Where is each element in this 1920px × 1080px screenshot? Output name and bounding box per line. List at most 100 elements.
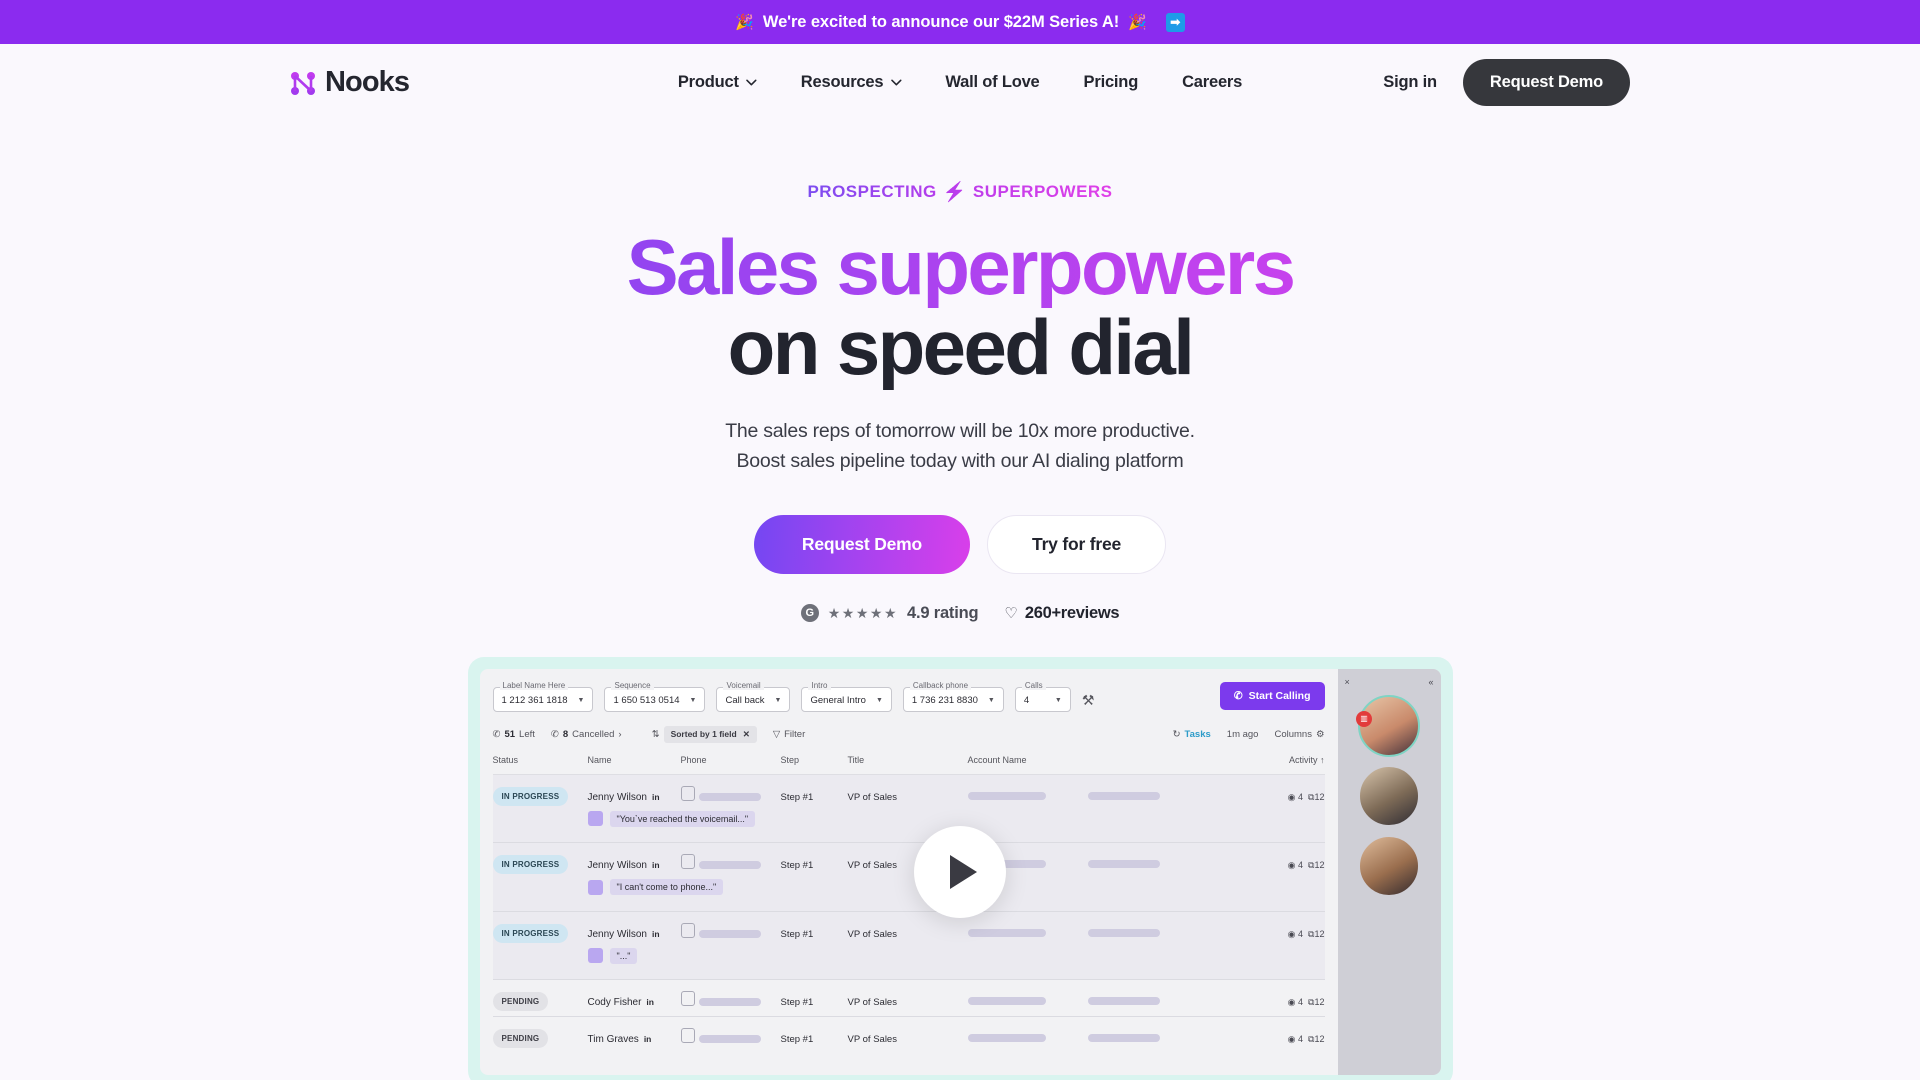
nav-item-pricing[interactable]: Pricing (1084, 73, 1139, 92)
request-demo-button[interactable]: Request Demo (753, 514, 971, 574)
table-row-quote: "I can't come to phone..." (492, 879, 1325, 912)
phone-icon[interactable] (680, 922, 695, 938)
linkedin-icon[interactable]: in (652, 929, 660, 939)
nav-item-product[interactable]: Product (678, 73, 757, 92)
close-icon[interactable]: ✕ (743, 729, 750, 740)
filter-calls[interactable]: Calls 4 ▼ (1014, 680, 1071, 712)
hero-subtitle: The sales reps of tomorrow will be 10x m… (0, 417, 1920, 477)
announcement-text: We're excited to announce our $22M Serie… (762, 12, 1120, 31)
table-row[interactable]: IN PROGRESS Jenny Wilson in Step #1 VP of… (492, 911, 1325, 948)
column-activity[interactable]: Activity ↑ (1192, 754, 1325, 775)
play-video-button[interactable] (914, 825, 1006, 918)
contact-name: Tim Graves (587, 1034, 639, 1046)
status-badge: IN PROGRESS (492, 786, 569, 806)
participants-sidebar: × « ▥ (1337, 668, 1441, 1075)
avatar[interactable]: ▥ (1356, 694, 1420, 757)
try-for-free-button[interactable]: Try for free (987, 514, 1167, 574)
title-value: VP of Sales (847, 997, 897, 1009)
filter-sequence[interactable]: Sequence 1 650 513 0514 ▼ (604, 680, 706, 712)
field-value: 1 212 361 1818 (501, 694, 568, 706)
nav-label: Pricing (1083, 73, 1139, 91)
settings-icon: ⚙ (1315, 728, 1325, 740)
voicemail-quote: "I can't come to phone..." (587, 879, 724, 896)
g2-icon: G (800, 604, 819, 623)
column-step[interactable]: Step (780, 754, 848, 775)
cancelled-stat[interactable]: ✆ 8 Cancelled › (551, 729, 622, 740)
sort-chip[interactable]: Sorted by 1 field ✕ (663, 725, 757, 743)
nooks-logo-icon (291, 71, 315, 95)
main-navigation: Product Resources Wall of Love Pricing C… (678, 73, 1242, 92)
nav-item-careers[interactable]: Careers (1182, 73, 1242, 92)
status-badge: PENDING (492, 1029, 549, 1049)
step-value: Step #1 (780, 860, 814, 872)
table-row[interactable]: IN PROGRESS Jenny Wilson in Step #1 VP of… (492, 774, 1325, 811)
collapse-icon[interactable]: « (1428, 677, 1433, 687)
filter-intro[interactable]: Intro General Intro ▼ (801, 680, 892, 712)
logo[interactable]: Nooks (290, 66, 410, 99)
columns-control[interactable]: Columns ⚙ (1274, 729, 1324, 740)
avatar[interactable] (1358, 764, 1420, 827)
table-header-row: Status Name Phone Step Title Account Nam… (492, 754, 1325, 775)
voicemail-quote: "You`ve reached the voicemail..." (587, 810, 756, 827)
column-extra[interactable] (1087, 754, 1193, 775)
reviews-group[interactable]: ♡ 260+reviews (1004, 604, 1119, 623)
chevron-right-icon: › (618, 728, 622, 740)
sign-in-link[interactable]: Sign in (1383, 73, 1437, 92)
linkedin-icon[interactable]: in (646, 997, 654, 1007)
title-value: VP of Sales (847, 928, 897, 940)
column-name[interactable]: Name (587, 754, 681, 775)
extra-redacted (1087, 997, 1160, 1006)
filter-bar: Label Name Here 1 212 361 1818 ▼ Sequenc… (492, 680, 1325, 712)
sort-chip-label: Sorted by 1 field (670, 729, 737, 740)
phone-icon[interactable] (680, 785, 695, 801)
arrow-right-icon[interactable]: ➡ (1165, 12, 1185, 32)
subtitle-line-1: The sales reps of tomorrow will be 10x m… (725, 420, 1195, 443)
phone-icon[interactable] (680, 1028, 695, 1044)
chevron-down-icon (890, 79, 902, 86)
sort-icon: ⇅ (651, 728, 660, 740)
title-value: VP of Sales (847, 1034, 897, 1046)
linkedin-icon[interactable]: in (652, 860, 660, 870)
table-row[interactable]: IN PROGRESS Jenny Wilson in Step #1 VP of… (492, 842, 1325, 880)
announcement-banner[interactable]: 🎉 We're excited to announce our $22M Ser… (0, 0, 1920, 44)
title-value: VP of Sales (847, 791, 897, 803)
cancelled-label: Cancelled (572, 728, 615, 740)
chevron-down-icon: ▼ (689, 696, 697, 704)
chevron-down-icon: ▼ (1054, 696, 1062, 704)
tasks-control[interactable]: ↻ Tasks (1173, 729, 1211, 740)
phone-redacted (698, 929, 761, 938)
nav-item-wall-of-love[interactable]: Wall of Love (945, 73, 1039, 92)
request-demo-header-button[interactable]: Request Demo (1462, 59, 1630, 106)
column-account-name[interactable]: Account Name (967, 754, 1088, 775)
phone-icon[interactable] (680, 854, 695, 870)
sort-control[interactable]: ⇅ Sorted by 1 field ✕ (651, 725, 757, 743)
settings-sliders-icon[interactable]: ⚒ (1082, 692, 1095, 709)
filter-control[interactable]: ▽ Filter (773, 729, 805, 740)
hero-section: PROSPECTING ⚡ SUPERPOWERS Sales superpow… (0, 121, 1920, 623)
linkedin-icon[interactable]: in (652, 792, 660, 802)
column-status[interactable]: Status (492, 754, 588, 775)
title-value: VP of Sales (847, 860, 897, 872)
table-row[interactable]: PENDING Tim Graves in Step #1 VP of Sales… (492, 1016, 1325, 1054)
phone-icon[interactable] (680, 991, 695, 1007)
chevron-down-icon: ▼ (774, 696, 782, 704)
start-calling-button[interactable]: ✆ Start Calling (1219, 681, 1325, 710)
close-icon[interactable]: × (1345, 677, 1350, 687)
nav-item-resources[interactable]: Resources (801, 73, 902, 92)
table-row[interactable]: PENDING Cody Fisher in Step #1 VP of Sale… (492, 979, 1325, 1017)
phone-icon: ✆ (550, 728, 559, 740)
logo-text: Nooks (325, 66, 410, 98)
filter-callback-phone[interactable]: Callback phone 1 736 231 8830 ▼ (902, 680, 1004, 712)
filter-label: Filter (784, 728, 806, 740)
table-row-quote: "You`ve reached the voicemail..." (492, 810, 1325, 843)
avatar[interactable] (1358, 834, 1420, 897)
filter-label-name[interactable]: Label Name Here 1 212 361 1818 ▼ (492, 680, 594, 712)
last-updated: 1m ago (1227, 729, 1259, 740)
eyebrow-text-left: PROSPECTING (807, 182, 937, 201)
linkedin-icon[interactable]: in (644, 1034, 652, 1044)
filter-voicemail[interactable]: Voicemail Call back ▼ (716, 680, 791, 712)
status-badge: IN PROGRESS (492, 855, 569, 875)
column-title[interactable]: Title (847, 754, 968, 775)
field-value: 1 736 231 8830 (911, 694, 978, 706)
column-phone[interactable]: Phone (680, 754, 781, 775)
